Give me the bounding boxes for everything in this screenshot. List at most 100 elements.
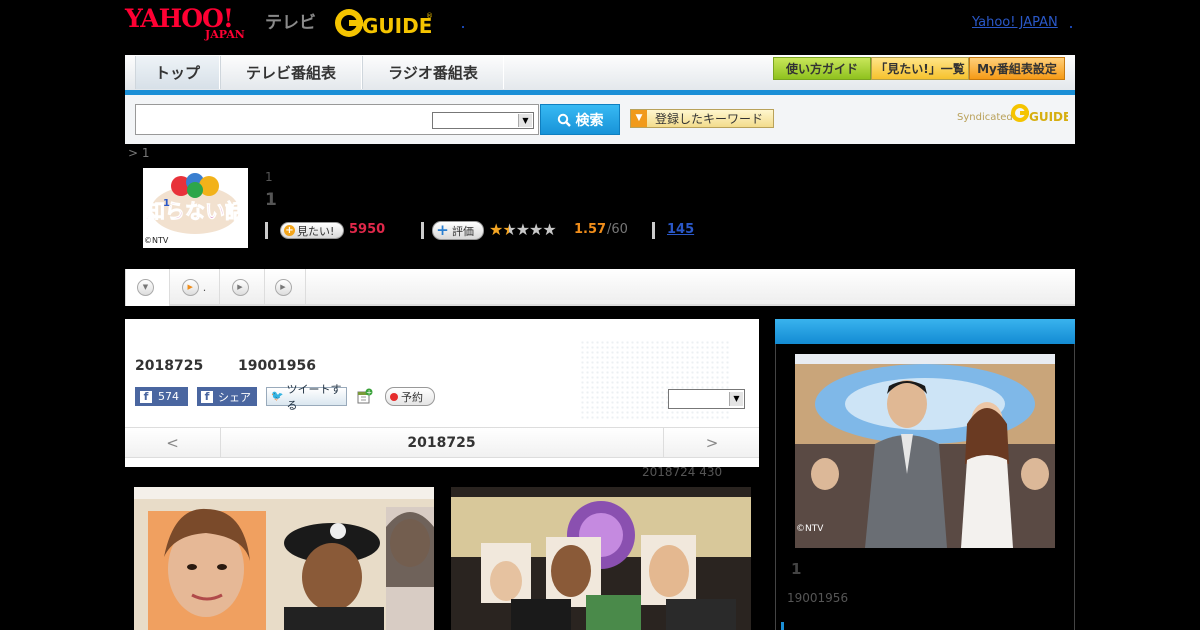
nav-tab-label: テレビ番組表 (245, 64, 336, 82)
nav-tab-radio-guide[interactable]: ラジオ番組表 (362, 56, 504, 89)
rate-button[interactable]: + 評価 (432, 221, 484, 240)
tab-item-4[interactable]: ▶ (265, 269, 306, 306)
mitai-list-button[interactable]: 「見たい!」一覧 (871, 57, 969, 80)
play-icon: ▶ (231, 279, 249, 296)
nav-tab-label: ラジオ番組表 (388, 64, 478, 82)
header-separator-dot (462, 26, 464, 28)
gguide-logo-icon: GUIDE ® (335, 9, 433, 38)
breadcrumb[interactable]: > 1 (128, 146, 150, 160)
episode-photo-2[interactable] (451, 487, 751, 630)
divider (421, 222, 424, 239)
side-program-time: 19001956 (787, 591, 849, 605)
svg-text:1: 1 (163, 198, 170, 209)
reserve-label: 予約 (401, 390, 423, 404)
rating-value: 1.57 (574, 222, 607, 237)
tv-logo-label: テレビ (265, 13, 316, 33)
japan-logo-text: JAPAN (205, 28, 245, 41)
prev-episode-button[interactable]: < (125, 428, 221, 457)
play-icon: ▶ (274, 279, 292, 296)
hosts-photo-image (795, 354, 1055, 548)
mitai-list-label: 「見たい!」一覧 (875, 62, 965, 76)
svg-text:知らない話: 知らない話 (145, 199, 245, 223)
episode-time: 19001956 (238, 358, 316, 374)
star-empty-icon: ★ (515, 220, 530, 239)
star-rating: ★★★★★ (489, 220, 557, 240)
plus-icon: + (436, 221, 449, 239)
registered-keywords-label: 登録したキーワード (655, 112, 764, 126)
review-count-link[interactable]: 145 (667, 222, 694, 237)
registered-keywords-button[interactable]: ▼ 登録したキーワード (630, 109, 774, 128)
episode-select[interactable]: ▼ (668, 389, 745, 409)
program-title: 1 (265, 190, 277, 210)
episode-date: 2018725 (135, 358, 204, 374)
star-icon: ★ (489, 220, 503, 239)
svg-text:GUIDE: GUIDE (1029, 110, 1068, 124)
facebook-like-count: 574 (158, 390, 179, 403)
record-icon (390, 392, 398, 401)
syndicated-gguide-logo: GUIDE (1010, 102, 1071, 124)
divider (652, 222, 655, 239)
mitai-label: 見たい! (297, 224, 335, 238)
tab-label: . (202, 281, 207, 294)
chevron-down-icon: ▼ (137, 279, 154, 296)
facebook-icon: f (201, 390, 213, 403)
side-accent-bar (781, 622, 784, 630)
facebook-like-button[interactable]: f 574 (135, 387, 188, 406)
calendar-add-icon[interactable]: + (357, 388, 373, 404)
star-empty-icon: ★ (542, 220, 556, 239)
tab-overview[interactable]: ▼ (125, 269, 170, 306)
usage-guide-label: 使い方ガイド (785, 62, 858, 76)
rate-label: 評価 (452, 224, 474, 238)
twitter-bird-icon: 🐦 (271, 391, 284, 402)
side-photo-credit: ©NTV (796, 524, 824, 534)
program-thumbnail[interactable]: 知らない話 1 ©NTV (143, 168, 248, 248)
search-category-select[interactable]: ▼ (432, 112, 534, 129)
star-half-icon: ★ (502, 220, 516, 239)
mitai-button[interactable]: + 見たい! (280, 222, 344, 239)
nav-tab-top[interactable]: トップ (135, 56, 220, 89)
plus-icon: + (284, 225, 295, 236)
search-button-label: 検索 (575, 112, 604, 129)
episode-nav-date: 2018725 (407, 434, 476, 451)
chevron-down-icon: ▼ (729, 392, 743, 406)
yahoo-japan-link[interactable]: Yahoo! JAPAN (972, 15, 1058, 30)
tweet-label: ツイートする (286, 382, 342, 412)
facebook-share-button[interactable]: f シェア (197, 387, 257, 406)
my-guide-settings-label: My番組表設定 (977, 62, 1057, 76)
side-program-title: 1 (791, 560, 802, 578)
star-empty-icon: ★ (529, 220, 543, 239)
svg-text:GUIDE: GUIDE (362, 14, 432, 38)
rating-max: /60 (607, 222, 628, 237)
episode-photo-1[interactable] (134, 487, 434, 630)
tab-item-3[interactable]: ▶ (220, 269, 265, 306)
search-button[interactable]: 検索 (540, 104, 620, 135)
mitai-count: 5950 (349, 222, 386, 237)
usage-guide-button[interactable]: 使い方ガイド (773, 57, 871, 80)
episode-photo-image (451, 487, 751, 630)
gguide-small-logo-icon: GUIDE (1011, 104, 1071, 124)
side-panel-header (775, 319, 1075, 344)
dropdown-arrow-icon: ▼ (631, 110, 647, 127)
tweet-button[interactable]: 🐦 ツイートする (266, 383, 347, 412)
my-guide-settings-button[interactable]: My番組表設定 (969, 57, 1065, 80)
play-icon: ▶ (181, 279, 199, 296)
side-photo[interactable]: ©NTV (795, 354, 1055, 548)
episode-updated-time: 2018724 430 (642, 465, 723, 479)
syndicated-label: Syndicated (957, 112, 1013, 123)
nav-tab-label: トップ (154, 64, 200, 82)
svg-text:®: ® (426, 12, 433, 20)
svg-text:+: + (366, 389, 372, 397)
thumbnail-credit: ©NTV (144, 236, 169, 245)
next-episode-button[interactable]: > (663, 428, 760, 457)
facebook-share-label: シェア (218, 390, 251, 404)
yahoo-japan-logo[interactable]: YAHOO! JAPAN (125, 6, 263, 42)
reserve-button[interactable]: 予約 (385, 387, 435, 406)
episode-photo-image (134, 487, 434, 630)
header-separator-dot (1070, 26, 1072, 28)
tab-item-2[interactable]: ▶ . (169, 269, 220, 306)
calendar-icon: + (357, 388, 373, 404)
nav-tab-tv-guide[interactable]: テレビ番組表 (220, 56, 362, 89)
chevron-down-icon: ▼ (518, 114, 532, 127)
gguide-logo[interactable]: GUIDE ® (334, 6, 434, 40)
program-subtitle: 1 (265, 170, 273, 184)
